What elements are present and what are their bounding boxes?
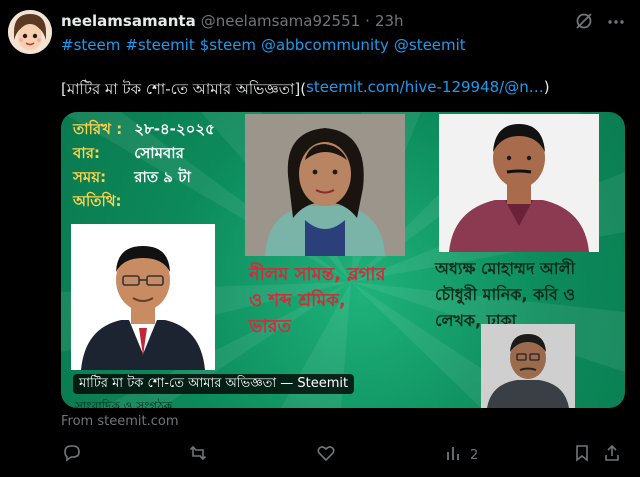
guest1-photo xyxy=(245,114,405,256)
post-link[interactable]: steemit.com/hive-129948/@n… xyxy=(306,78,544,100)
hashtag-steem[interactable]: #steem xyxy=(61,36,120,56)
guest2-photo xyxy=(439,114,599,252)
reply-icon xyxy=(61,443,81,467)
date-label: তারিখ : xyxy=(73,120,123,138)
card-bottom-partial-text: সাংবাদিক ও সংগঠক xyxy=(75,399,173,408)
grok-icon[interactable] xyxy=(574,11,594,31)
date-value: ২৮-৪-২০২৫ xyxy=(134,120,215,138)
more-icon[interactable] xyxy=(606,12,626,32)
avatar-image xyxy=(8,10,52,54)
guest1-caption: নীলম সামন্ত, ব্লগার ও শব্দ শ্রমিক, ভারত xyxy=(249,262,386,340)
like-button[interactable] xyxy=(316,444,342,466)
share-icon xyxy=(602,443,622,467)
info-row-date: তারিখ : ২৮-৪-২০২৫ xyxy=(73,118,215,143)
author-name[interactable]: neelamsamanta xyxy=(61,12,196,30)
guest1-caption-line1: নীলম সামন্ত, ব্লগার xyxy=(249,264,386,285)
guest3-photo xyxy=(481,324,575,408)
repost-icon xyxy=(188,443,208,467)
guest2-caption: অধ্যক্ষ মোহাম্মদ আলী চৌধুরী মানিক, কবি ও… xyxy=(435,256,575,334)
views-icon xyxy=(444,443,464,467)
action-bar: 2 xyxy=(0,442,640,468)
post-header: neelamsamanta @neelamsama92551 · 23h xyxy=(61,10,404,32)
views-count: 2 xyxy=(470,447,479,463)
info-row-guest: অতিথি: xyxy=(73,190,129,215)
cashtag-steem[interactable]: $steem xyxy=(200,36,256,56)
mention-abbcommunity[interactable]: @abbcommunity xyxy=(261,36,389,56)
avatar[interactable] xyxy=(8,10,52,54)
day-label: বার: xyxy=(73,144,100,162)
info-row-day: বার: সোমবার xyxy=(73,142,184,167)
guest-label: অতিথি: xyxy=(73,192,122,210)
time-label: সময়: xyxy=(73,168,107,186)
separator-dot: · xyxy=(365,12,370,30)
share-button[interactable] xyxy=(602,444,622,466)
guest1-caption-line2: ও শব্দ শ্রমিক, xyxy=(249,290,346,311)
guest2-caption-line2: চৌধুরী মানিক, কবি ও xyxy=(435,285,576,304)
reply-button[interactable] xyxy=(61,444,87,466)
post-text: [মাটির মা টক শো-তে আমার অভিজ্ঞতা]( steem… xyxy=(61,78,550,100)
link-card[interactable]: তারিখ : ২৮-৪-২০২৫ বার: সোমবার সময়: রাত … xyxy=(61,112,625,408)
like-icon xyxy=(316,443,336,467)
guest1-caption-line3: ভারত xyxy=(249,316,292,337)
card-overlay-title: মাটির মা টক শো-তে আমার অভিজ্ঞতা — Steemi… xyxy=(73,374,355,394)
views-button[interactable]: 2 xyxy=(444,444,478,466)
bookmark-button[interactable] xyxy=(572,444,592,466)
link-source[interactable]: From steemit.com xyxy=(61,414,178,429)
post-title-text: [মাটির মা টক শো-তে আমার অভিজ্ঞতা]( xyxy=(61,80,307,98)
tag-line: #steem #steemit $steem @abbcommunity @st… xyxy=(61,36,466,56)
bookmark-icon xyxy=(572,443,592,467)
time-value: রাত ৯ টা xyxy=(134,168,191,186)
guest2-caption-line1: অধ্যক্ষ মোহাম্মদ আলী xyxy=(435,259,576,278)
info-row-time: সময়: রাত ৯ টা xyxy=(73,166,191,191)
host-photo xyxy=(71,224,215,370)
hashtag-steemit[interactable]: #steemit xyxy=(125,36,194,56)
post-time[interactable]: 23h xyxy=(375,12,404,30)
post-close-paren: ) xyxy=(543,78,550,96)
repost-button[interactable] xyxy=(188,444,214,466)
mention-steemit[interactable]: @steemit xyxy=(394,36,466,56)
day-value: সোমবার xyxy=(134,144,184,162)
author-handle[interactable]: @neelamsama92551 xyxy=(201,12,360,30)
